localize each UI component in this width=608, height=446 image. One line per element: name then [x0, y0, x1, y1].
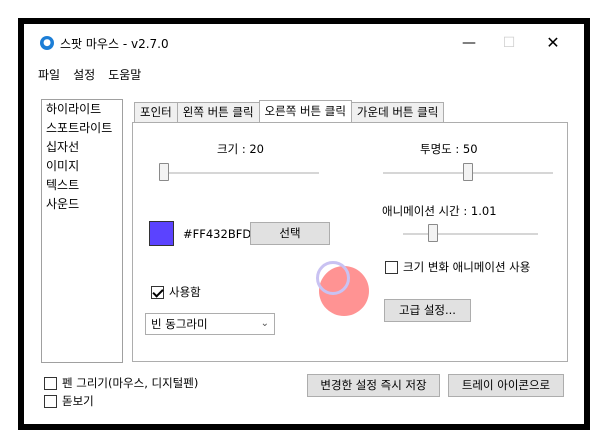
- list-item-text[interactable]: 텍스트: [42, 176, 122, 195]
- maximize-icon[interactable]: ☐: [494, 32, 524, 54]
- tab-right-click[interactable]: 오른쪽 버튼 클릭: [258, 100, 352, 122]
- advanced-settings-button[interactable]: 고급 설정...: [384, 299, 471, 322]
- menu-help[interactable]: 도움말: [108, 66, 141, 84]
- anim-time-label: 애니메이션 시간 : 1.01: [382, 204, 497, 218]
- click-ring-icon: [316, 261, 350, 295]
- save-settings-button[interactable]: 변경한 설정 즉시 저장: [307, 374, 440, 397]
- anim-time-slider-track: [403, 233, 538, 235]
- size-slider-thumb[interactable]: [159, 163, 169, 181]
- list-item-crosshair[interactable]: 십자선: [42, 138, 122, 157]
- shape-select[interactable]: 빈 동그라미 ⌄: [145, 313, 275, 335]
- size-anim-option[interactable]: 크기 변화 애니메이션 사용: [385, 259, 530, 275]
- shape-select-value: 빈 동그라미: [151, 317, 208, 331]
- use-label: 사용함: [169, 285, 201, 299]
- tab-middle-click[interactable]: 가운데 버튼 클릭: [350, 102, 445, 122]
- menu-bar: 파일 설정 도움말: [38, 66, 141, 84]
- list-item-spotlight[interactable]: 스포트라이트: [42, 119, 122, 138]
- size-label: 크기 : 20: [217, 142, 264, 156]
- tray-button[interactable]: 트레이 아이콘으로: [448, 374, 564, 397]
- close-icon[interactable]: ✕: [538, 32, 568, 54]
- use-checkbox[interactable]: [151, 285, 164, 299]
- mouse-app-icon: ●: [40, 36, 54, 50]
- select-color-button[interactable]: 선택: [250, 222, 330, 245]
- anim-time-slider-thumb[interactable]: [428, 224, 438, 242]
- color-swatch[interactable]: [149, 221, 174, 246]
- menu-settings[interactable]: 설정: [73, 66, 95, 84]
- pen-label: 펜 그리기(마우스, 디지털펜): [62, 376, 199, 390]
- app-window: ● 스팟 마우스 - v2.7.0 — ☐ ✕ 파일 설정 도움말 하이라이트 …: [24, 24, 584, 424]
- opacity-slider-thumb[interactable]: [463, 163, 473, 181]
- title-bar[interactable]: ● 스팟 마우스 - v2.7.0 — ☐ ✕: [24, 24, 584, 62]
- list-item-sound[interactable]: 사운드: [42, 195, 122, 214]
- list-item-image[interactable]: 이미지: [42, 157, 122, 176]
- minimize-icon[interactable]: —: [454, 32, 484, 54]
- size-slider[interactable]: [159, 163, 319, 183]
- size-anim-checkbox[interactable]: [385, 260, 398, 274]
- magnifier-checkbox[interactable]: [44, 394, 57, 408]
- pen-checkbox[interactable]: [44, 376, 57, 390]
- tab-pointer[interactable]: 포인터: [134, 102, 178, 122]
- opacity-slider[interactable]: [383, 163, 553, 183]
- use-option[interactable]: 사용함: [151, 284, 201, 300]
- anim-time-slider[interactable]: [403, 224, 538, 244]
- chevron-down-icon: ⌄: [260, 318, 269, 329]
- magnifier-label: 돋보기: [62, 394, 94, 408]
- list-item-highlight[interactable]: 하이라이트: [42, 100, 122, 119]
- menu-file[interactable]: 파일: [38, 66, 60, 84]
- tab-strip: 포인터 왼쪽 버튼 클릭 오른쪽 버튼 클릭 가운데 버튼 클릭: [134, 100, 445, 122]
- tab-panel: 크기 : 20 투명도 : 50 #FF432BFD 선택 애니메이션 시간 :…: [132, 122, 568, 362]
- window-title: 스팟 마우스 - v2.7.0: [60, 37, 169, 51]
- color-hex: #FF432BFD: [183, 227, 252, 241]
- magnifier-option[interactable]: 돋보기: [44, 393, 94, 409]
- size-anim-label: 크기 변화 애니메이션 사용: [403, 260, 531, 274]
- pen-option[interactable]: 펜 그리기(마우스, 디지털펜): [44, 375, 198, 391]
- size-slider-track: [159, 172, 319, 174]
- opacity-label: 투명도 : 50: [420, 142, 478, 156]
- feature-list: 하이라이트 스포트라이트 십자선 이미지 텍스트 사운드: [41, 99, 123, 363]
- tab-left-click[interactable]: 왼쪽 버튼 클릭: [176, 102, 260, 122]
